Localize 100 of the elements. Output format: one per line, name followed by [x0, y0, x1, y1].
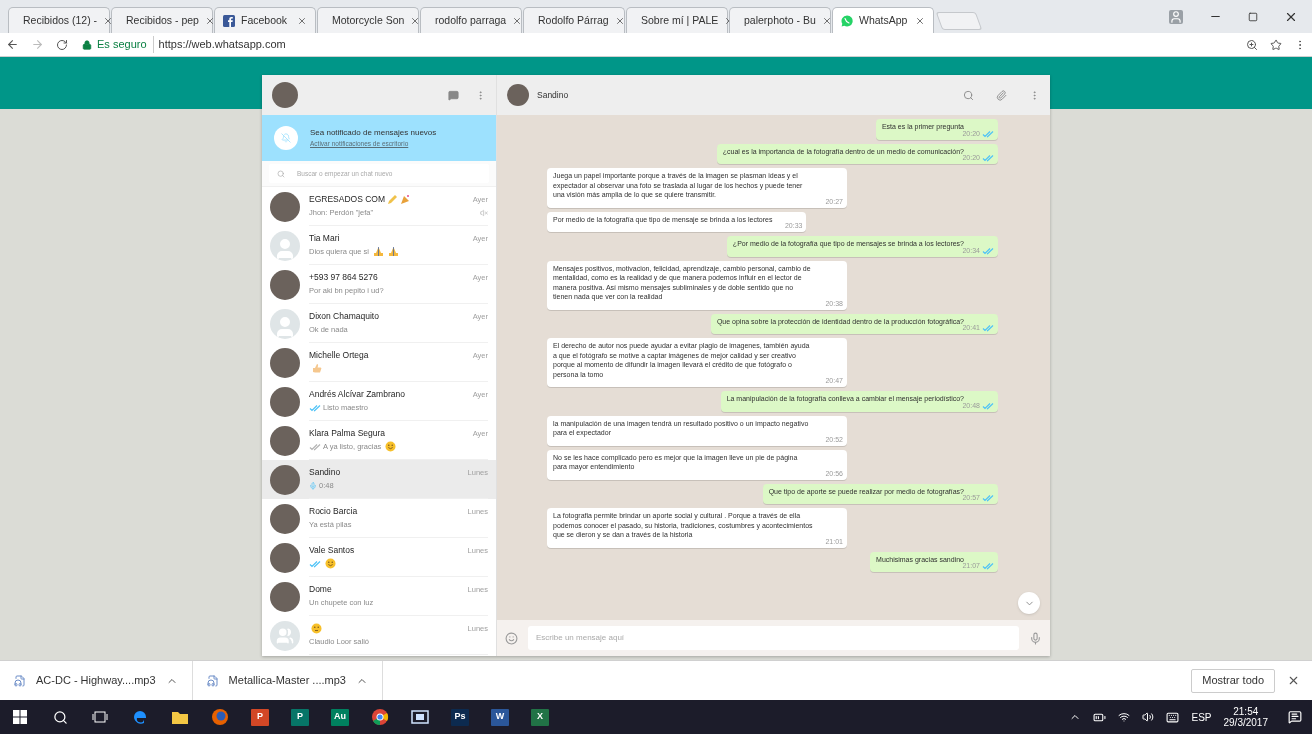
- double-check-icon: [982, 401, 994, 410]
- search-icon: [277, 169, 285, 178]
- profile-icon[interactable]: [1169, 9, 1183, 24]
- wifi-icon[interactable]: [1118, 711, 1131, 723]
- contact-name: Vale Santos: [309, 545, 355, 556]
- tab-title: Recibidos - pep: [126, 12, 199, 28]
- file-icon: [206, 674, 219, 687]
- reload-icon[interactable]: [56, 38, 68, 51]
- chat-icon[interactable]: [448, 89, 459, 101]
- close-icon[interactable]: [103, 15, 114, 26]
- double-check-icon: [309, 559, 321, 568]
- browser-tab[interactable]: palerphoto - Bu: [729, 7, 831, 33]
- close-icon[interactable]: [204, 15, 215, 26]
- photo-placeholder: [270, 191, 300, 222]
- security-label: Es seguro: [97, 36, 154, 53]
- thumbs-up-icon: [311, 363, 322, 375]
- microphone-icon[interactable]: [1029, 631, 1042, 645]
- microphone-icon: [309, 481, 317, 490]
- language-indicator[interactable]: ESP: [1191, 709, 1212, 725]
- contact-name: EGRESADOS COM: [309, 193, 386, 205]
- praying-hands-icon: [373, 246, 385, 258]
- clock-time: 21:54: [1233, 706, 1259, 717]
- tab-title: palerphoto - Bu: [744, 12, 816, 28]
- tab-title: Sobre mí | PALE: [641, 12, 719, 28]
- photo-placeholder: [270, 347, 300, 378]
- contact-name: Dome: [309, 583, 332, 595]
- double-check-icon: [309, 442, 321, 451]
- paperclip-icon[interactable]: [996, 89, 1007, 101]
- photo-placeholder: [270, 425, 300, 456]
- tab-title: WhatsApp: [859, 12, 909, 28]
- contact-name: Dixon Chamaquito: [309, 310, 379, 322]
- contact-name: +593 97 864 5276: [309, 271, 378, 283]
- double-check-icon: [982, 246, 994, 255]
- tab-title: Recibidos (12) -: [23, 12, 98, 28]
- zoom-icon[interactable]: [1246, 38, 1258, 51]
- smiley-face-icon: [325, 558, 336, 570]
- close-icon[interactable]: [297, 15, 307, 26]
- back-icon[interactable]: [6, 38, 19, 51]
- browser-tab[interactable]: Facebook: [214, 7, 316, 33]
- browser-tab[interactable]: Rodolfo Párrag: [523, 7, 625, 33]
- tab-title: Rodolfo Párrag: [538, 12, 609, 28]
- clock[interactable]: 21:54 29/3/2017: [1223, 706, 1268, 728]
- browser-tab[interactable]: Motorcycle Son: [317, 7, 419, 33]
- emoji-icon[interactable]: [505, 631, 518, 645]
- chat-bubble-logo-icon: [841, 14, 853, 27]
- close-icon[interactable]: [614, 15, 625, 26]
- tab-title: Motorcycle Son: [332, 12, 405, 28]
- photo-placeholder: [507, 84, 529, 106]
- close-icon[interactable]: [1287, 674, 1300, 687]
- contact-name: Michelle Ortega: [309, 350, 369, 361]
- facebook-logo-icon: [223, 14, 235, 27]
- file-icon: [14, 674, 26, 687]
- smiley-face-icon: [311, 622, 322, 634]
- close-icon[interactable]: [915, 15, 925, 26]
- photo-placeholder: [270, 464, 300, 495]
- people-silhouette-icon: [276, 626, 294, 645]
- contact-name: Klara Palma Segura: [309, 427, 386, 439]
- contact-name: Rocio Barcia: [309, 505, 358, 517]
- contact-name: Tia Mari: [309, 232, 340, 244]
- keyboard-icon[interactable]: [1166, 710, 1180, 724]
- file-name: AC-DC - Highway....mp3: [36, 673, 156, 689]
- pencil-icon: [387, 193, 399, 205]
- notifications-icon[interactable]: [1288, 710, 1302, 724]
- party-popper-icon: [400, 193, 412, 205]
- photo-placeholder: [270, 386, 300, 417]
- photo-placeholder: [270, 581, 300, 612]
- message-placeholder: Escribe un mensaje aquí: [536, 632, 625, 644]
- smiley-face-icon: [385, 441, 397, 453]
- double-check-icon: [982, 494, 994, 502]
- photo-placeholder: [272, 82, 298, 108]
- double-check-icon: [309, 403, 321, 412]
- speaker-icon[interactable]: [1142, 711, 1155, 723]
- tab-title: Facebook: [241, 12, 289, 28]
- close-icon[interactable]: [410, 15, 421, 26]
- url-text: https://web.whatsapp.com: [158, 37, 286, 53]
- address-bar[interactable]: Es seguro https://web.whatsapp.com: [80, 34, 1234, 55]
- show-all-button[interactable]: Mostrar todo: [1191, 668, 1275, 693]
- contact-name: Sandino: [537, 88, 570, 102]
- praying-hands-icon: [388, 246, 400, 258]
- tab-title: rodolfo parraga: [435, 12, 507, 28]
- close-icon[interactable]: [512, 15, 523, 26]
- photo-placeholder: [270, 542, 300, 573]
- browser-tab[interactable]: WhatsApp: [832, 7, 934, 33]
- double-check-icon: [982, 324, 994, 332]
- bookmark-star-icon[interactable]: [1270, 38, 1282, 51]
- double-check-icon: [982, 562, 994, 570]
- file-name: Metallica-Master ....mp3: [228, 673, 346, 689]
- double-check-icon: [982, 154, 994, 162]
- browser-tab[interactable]: Recibidos - pep: [111, 7, 213, 33]
- browser-tab[interactable]: Recibidos (12) -: [8, 7, 110, 33]
- windows-logo-icon: [13, 710, 27, 724]
- clock-date: 29/3/2017: [1223, 717, 1268, 728]
- double-check-icon: [982, 129, 994, 138]
- browser-tab[interactable]: rodolfo parraga: [420, 7, 522, 33]
- maximize-icon[interactable]: [1248, 11, 1258, 22]
- notification-title: Sea notificado de mensajes nuevos: [310, 127, 437, 140]
- close-icon[interactable]: [821, 15, 832, 26]
- photo-placeholder: [270, 503, 300, 534]
- contact-name: Sandino: [309, 466, 341, 478]
- browser-tab[interactable]: Sobre mí | PALE: [626, 7, 728, 33]
